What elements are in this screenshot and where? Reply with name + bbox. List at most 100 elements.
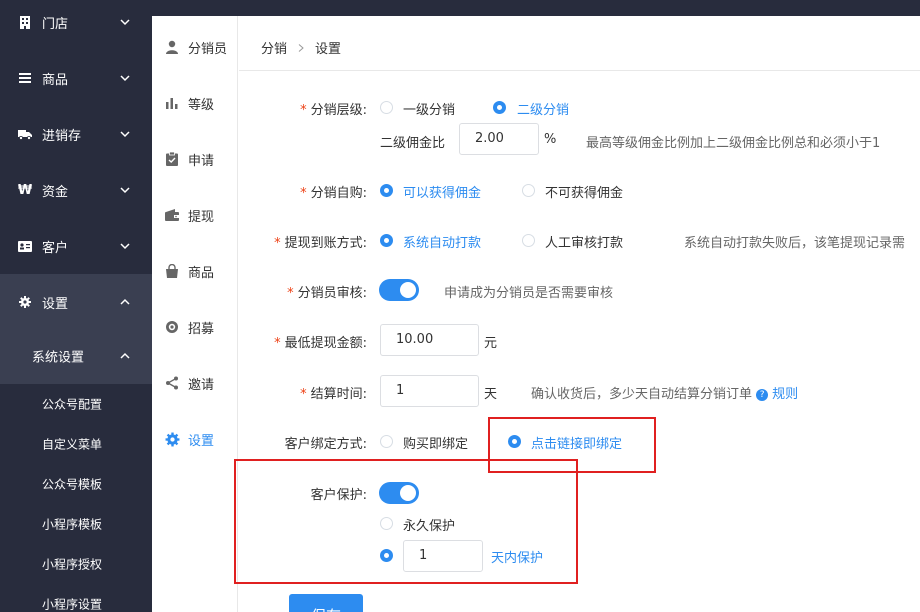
subnav-item-withdraw[interactable]: 提现	[152, 187, 238, 243]
sidebar-submenu-system-settings[interactable]: 系统设置	[0, 328, 152, 384]
self-buy-option-1-radio[interactable]	[380, 184, 393, 197]
audit-label-text: 分销员审核:	[297, 286, 367, 301]
audit-toggle[interactable]	[379, 279, 419, 301]
settings-main: 分销 设置 * 分销层级: 一级分销 二级分销 二级佣金比 2.00 % 最高等级…	[234, 16, 920, 612]
sidebar-leaf-item[interactable]: 小程序模板	[0, 504, 152, 544]
sidebar-item-label: 商品	[42, 72, 69, 88]
subnav-item-apply[interactable]: 申请	[152, 131, 238, 187]
sidebar-item-label: 进销存	[42, 128, 82, 144]
sidebar-leaf-item[interactable]: 小程序设置	[0, 584, 152, 612]
sidebar-leaf-label: 小程序模板	[42, 517, 103, 532]
list-icon	[18, 71, 32, 85]
level-option-1-label[interactable]: 一级分销	[403, 99, 455, 118]
sidebar-leaf-item[interactable]: 小程序授权	[0, 544, 152, 584]
commission-input[interactable]: 2.00	[459, 123, 539, 155]
sidebar-item-settings[interactable]: 设置	[0, 274, 152, 330]
subnav-label: 申请	[188, 153, 215, 169]
withdraw-option-1-radio[interactable]	[380, 234, 393, 247]
required-mark: *	[274, 336, 281, 351]
subnav-label: 商品	[188, 265, 215, 281]
chevron-right-icon	[298, 43, 304, 52]
sidebar-leaf-item[interactable]: 公众号配置	[0, 384, 152, 424]
circle-icon	[164, 319, 180, 335]
settle-label: * 结算时间:	[279, 383, 367, 402]
withdraw-label-text: 提现到账方式:	[284, 236, 367, 251]
bind-option-1-radio[interactable]	[380, 435, 393, 448]
withdraw-option-2-radio[interactable]	[522, 234, 535, 247]
settle-days-input[interactable]: 1	[380, 375, 479, 407]
commission-unit: %	[544, 132, 557, 147]
sidebar-item-label: 门店	[42, 16, 69, 32]
commission-label: 二级佣金比	[380, 136, 446, 151]
sidebar-leaf-label: 公众号模板	[42, 477, 103, 492]
sidebar-item-goods[interactable]: 商品	[0, 50, 152, 106]
sidebar-leaf-item[interactable]: 公众号模板	[0, 464, 152, 504]
help-icon[interactable]: ?	[756, 388, 769, 401]
subnav-label: 分销员	[188, 41, 228, 57]
share-icon	[164, 375, 180, 391]
subnav-item-settings[interactable]: 设置	[152, 411, 238, 467]
self-buy-label: * 分销自购:	[279, 182, 367, 201]
self-buy-option-2-label[interactable]: 不可获得佣金	[545, 182, 623, 201]
id-card-icon	[18, 239, 32, 253]
min-withdraw-label-text: 最低提现金额:	[284, 336, 367, 351]
audit-label: * 分销员审核:	[279, 282, 367, 301]
self-buy-option-2-radio[interactable]	[522, 184, 535, 197]
commission-hint: 最高等级佣金比例加上二级佣金比例总和必须小于1	[586, 136, 881, 151]
settle-label-text: 结算时间:	[310, 387, 367, 402]
store-icon	[18, 15, 32, 29]
settle-hint: 确认收货后，多少天自动结算分销订单 ? 规则	[531, 383, 798, 402]
subnav-item-invite[interactable]: 邀请	[152, 355, 238, 411]
subnav-label: 等级	[188, 97, 215, 113]
settle-hint-text: 确认收货后，多少天自动结算分销订单	[531, 387, 753, 402]
bind-label: 客户绑定方式:	[284, 437, 367, 452]
subnav-label: 提现	[188, 209, 215, 225]
chevron-down-icon	[120, 19, 130, 26]
required-mark: *	[300, 103, 307, 118]
sidebar-item-label: 设置	[42, 296, 69, 312]
withdraw-hint: 系统自动打款失败后，该笔提现记录需	[684, 236, 906, 251]
highlight-box-protect	[234, 459, 578, 584]
self-buy-option-1-label[interactable]: 可以获得佣金	[403, 182, 481, 201]
level-label-text: 分销层级:	[310, 103, 367, 118]
sidebar-item-store[interactable]: 门店	[0, 0, 152, 50]
clipboard-check-icon	[164, 151, 180, 167]
required-mark: *	[274, 236, 281, 251]
level-option-2-label[interactable]: 二级分销	[517, 99, 569, 118]
withdraw-option-2-label[interactable]: 人工审核打款	[545, 232, 623, 251]
subnav-label: 招募	[188, 321, 215, 337]
currency-icon: ₩	[17, 182, 33, 198]
level-option-1-radio[interactable]	[380, 101, 393, 114]
bar-chart-icon	[164, 95, 180, 111]
chevron-down-icon	[120, 131, 130, 138]
breadcrumb: 分销 设置	[261, 38, 341, 57]
sidebar-leaf-label: 小程序设置	[42, 597, 103, 612]
subnav-item-goods[interactable]: 商品	[152, 243, 238, 299]
gear-icon	[18, 295, 32, 309]
subnav-item-level[interactable]: 等级	[152, 75, 238, 131]
breadcrumb-root[interactable]: 分销	[261, 38, 287, 57]
self-buy-label-text: 分销自购:	[310, 186, 367, 201]
sidebar-item-label: 客户	[42, 240, 69, 256]
bind-option-1-label[interactable]: 购买即绑定	[403, 433, 468, 452]
subnav-item-distributor[interactable]: 分销员	[152, 19, 238, 75]
sidebar-leaf-item[interactable]: 自定义菜单	[0, 424, 152, 464]
withdraw-label: * 提现到账方式:	[249, 232, 367, 251]
level-option-2-radio[interactable]	[493, 101, 506, 114]
submenu-label: 系统设置	[32, 350, 85, 366]
sidebar-item-customer[interactable]: 客户	[0, 218, 152, 274]
top-bar	[152, 0, 920, 16]
sidebar-leaf-label: 小程序授权	[42, 557, 103, 572]
min-withdraw-input[interactable]: 10.00	[380, 324, 479, 356]
subnav-item-recruit[interactable]: 招募	[152, 299, 238, 355]
sidebar-item-inventory[interactable]: 进销存	[0, 106, 152, 162]
min-withdraw-label: * 最低提现金额:	[249, 332, 367, 351]
withdraw-option-1-label[interactable]: 系统自动打款	[403, 232, 481, 251]
sidebar-leaf-label: 自定义菜单	[42, 437, 103, 452]
save-button[interactable]: 保存	[289, 594, 363, 612]
breadcrumb-current: 设置	[315, 42, 342, 57]
sidebar-item-funds[interactable]: ₩ 资金	[0, 162, 152, 218]
wallet-icon	[164, 207, 180, 223]
rule-link[interactable]: 规则	[772, 387, 798, 402]
sidebar-leaf-label: 公众号配置	[42, 397, 103, 412]
